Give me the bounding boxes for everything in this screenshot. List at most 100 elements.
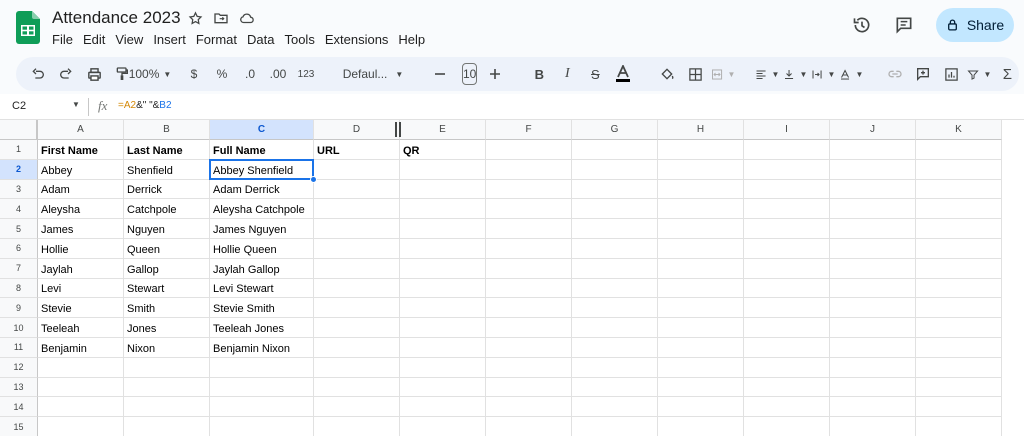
cell-j1[interactable] (830, 140, 916, 160)
cell-f10[interactable] (486, 318, 572, 338)
cell-f2[interactable] (486, 159, 572, 180)
cell-d3[interactable] (314, 179, 400, 200)
menu-insert[interactable]: Insert (153, 32, 186, 47)
row-header-1[interactable]: 1 (0, 140, 38, 160)
cell-e13[interactable] (400, 377, 486, 398)
menu-extensions[interactable]: Extensions (325, 32, 389, 47)
cell-b14[interactable] (124, 397, 210, 418)
cell-k9[interactable] (916, 298, 1002, 319)
cell-c11[interactable]: Benjamin Nixon (210, 338, 314, 358)
cell-j13[interactable] (830, 377, 916, 398)
name-box[interactable]: C2 (12, 100, 26, 112)
cell-a12[interactable] (38, 357, 124, 378)
document-title[interactable]: Attendance 2023 (52, 8, 181, 28)
cell-f9[interactable] (486, 298, 572, 319)
cell-f6[interactable] (486, 239, 572, 259)
cell-g5[interactable] (572, 219, 658, 239)
menu-view[interactable]: View (115, 32, 143, 47)
cell-c5[interactable]: James Nguyen (210, 219, 314, 239)
cell-j15[interactable] (830, 417, 916, 436)
row-header-15[interactable]: 15 (0, 417, 38, 436)
cell-i4[interactable] (744, 199, 830, 220)
cell-b12[interactable] (124, 357, 210, 378)
cell-c12[interactable] (210, 357, 314, 378)
font-size-input[interactable]: 10 (462, 63, 478, 85)
cell-j3[interactable] (830, 179, 916, 200)
cell-g10[interactable] (572, 318, 658, 338)
cell-f13[interactable] (486, 377, 572, 398)
strikethrough-icon[interactable]: S (583, 62, 607, 86)
cell-d7[interactable] (314, 258, 400, 279)
cell-d12[interactable] (314, 357, 400, 378)
cell-j2[interactable] (830, 159, 916, 180)
menu-data[interactable]: Data (247, 32, 274, 47)
cell-b7[interactable]: Gallop (124, 258, 210, 279)
cell-h9[interactable] (658, 298, 744, 319)
cell-h10[interactable] (658, 318, 744, 338)
cell-g12[interactable] (572, 357, 658, 378)
cell-c7[interactable]: Jaylah Gallop (210, 258, 314, 279)
cell-a15[interactable] (38, 417, 124, 436)
row-header-11[interactable]: 11 (0, 338, 38, 358)
cell-i12[interactable] (744, 357, 830, 378)
cell-h11[interactable] (658, 338, 744, 358)
cell-a2[interactable]: Abbey (38, 159, 124, 180)
cell-f1[interactable] (486, 140, 572, 160)
cell-g13[interactable] (572, 377, 658, 398)
row-header-14[interactable]: 14 (0, 397, 38, 418)
text-color-icon[interactable] (611, 62, 635, 86)
cell-i14[interactable] (744, 397, 830, 418)
cell-a8[interactable]: Levi (38, 278, 124, 299)
cell-a5[interactable]: James (38, 219, 124, 239)
column-header-j[interactable]: J (830, 120, 916, 140)
formula-input[interactable]: =A2&" "&B2 (118, 100, 172, 111)
row-header-13[interactable]: 13 (0, 377, 38, 398)
cell-b5[interactable]: Nguyen (124, 219, 210, 239)
row-header-12[interactable]: 12 (0, 357, 38, 378)
increase-font-size-icon[interactable] (483, 62, 507, 86)
cell-j11[interactable] (830, 338, 916, 358)
cell-f8[interactable] (486, 278, 572, 299)
cell-f12[interactable] (486, 357, 572, 378)
cell-h13[interactable] (658, 377, 744, 398)
cell-b15[interactable] (124, 417, 210, 436)
cell-i10[interactable] (744, 318, 830, 338)
cell-d4[interactable] (314, 199, 400, 220)
cell-j7[interactable] (830, 258, 916, 279)
cell-c8[interactable]: Levi Stewart (210, 278, 314, 299)
cell-h2[interactable] (658, 159, 744, 180)
cell-h7[interactable] (658, 258, 744, 279)
cell-e3[interactable] (400, 179, 486, 200)
cell-k13[interactable] (916, 377, 1002, 398)
cell-f11[interactable] (486, 338, 572, 358)
redo-icon[interactable] (54, 62, 78, 86)
cell-g9[interactable] (572, 298, 658, 319)
increase-decimals-button[interactable]: .00 (266, 62, 290, 86)
cell-e5[interactable] (400, 219, 486, 239)
fill-color-icon[interactable] (655, 62, 679, 86)
print-icon[interactable] (82, 62, 106, 86)
cell-k3[interactable] (916, 179, 1002, 200)
cell-k6[interactable] (916, 239, 1002, 259)
cell-j14[interactable] (830, 397, 916, 418)
cell-g2[interactable] (572, 159, 658, 180)
decrease-decimals-button[interactable]: .0 (238, 62, 262, 86)
cell-e1[interactable]: QR (400, 140, 486, 160)
cell-d11[interactable] (314, 338, 400, 358)
vertical-align-icon[interactable]: ▼ (783, 62, 807, 86)
cell-h15[interactable] (658, 417, 744, 436)
cell-b1[interactable]: Last Name (124, 140, 210, 160)
cell-h6[interactable] (658, 239, 744, 259)
cell-b13[interactable] (124, 377, 210, 398)
cell-a11[interactable]: Benjamin (38, 338, 124, 358)
insert-comment-icon[interactable] (911, 62, 935, 86)
cell-k2[interactable] (916, 159, 1002, 180)
cell-g15[interactable] (572, 417, 658, 436)
cell-a7[interactable]: Jaylah (38, 258, 124, 279)
cell-k14[interactable] (916, 397, 1002, 418)
select-all-corner[interactable] (0, 120, 38, 140)
cell-d10[interactable] (314, 318, 400, 338)
cell-g6[interactable] (572, 239, 658, 259)
cell-j9[interactable] (830, 298, 916, 319)
cell-d6[interactable] (314, 239, 400, 259)
